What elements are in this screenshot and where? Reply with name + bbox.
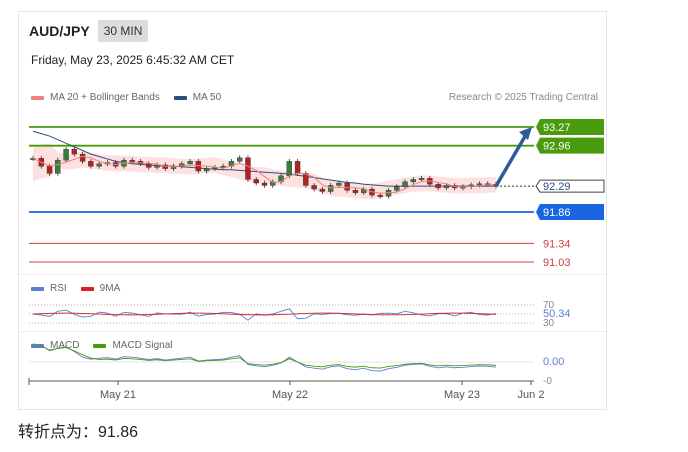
pivot-footer-text: 转折点为：91.86 — [18, 424, 139, 441]
macd-level-label: 0.00 — [543, 356, 564, 368]
candle-body — [327, 185, 334, 192]
candle-body — [286, 161, 293, 177]
candle-body — [154, 164, 160, 168]
macd-line — [32, 343, 497, 372]
current-price-label: 92.29 — [543, 181, 571, 193]
candle-body — [352, 190, 359, 193]
candle-body — [435, 184, 441, 189]
candle-body — [79, 153, 86, 162]
x-tick-label: Jun 2 — [518, 389, 545, 401]
candle-body — [236, 157, 243, 162]
level-tag-label: 91.86 — [543, 207, 571, 219]
candle-body — [443, 185, 450, 189]
candle-body — [336, 182, 342, 186]
candle-body — [96, 163, 102, 167]
x-tick-label: May 22 — [272, 389, 308, 401]
level-tag-label: 92.96 — [543, 141, 571, 153]
candle-body — [476, 183, 483, 186]
candle-body — [261, 182, 268, 186]
candle-body — [71, 149, 78, 155]
candle-body — [55, 159, 61, 174]
candle-body — [402, 181, 408, 187]
candle-body — [245, 157, 251, 180]
candle-body — [311, 185, 317, 190]
projection-arrow-line — [494, 132, 529, 187]
candle-body — [377, 194, 383, 197]
x-tick-label: May 21 — [100, 389, 136, 401]
bollinger-band — [33, 143, 496, 200]
candle-body — [187, 161, 193, 164]
support-level-label: 91.03 — [543, 257, 571, 269]
macd-level-low: -0 — [543, 376, 552, 387]
rsi-ma-line — [32, 312, 497, 316]
candle-body — [63, 149, 69, 161]
support-level-label: 91.34 — [543, 238, 571, 250]
candle-body — [46, 165, 53, 174]
candle-body — [394, 186, 400, 191]
rsi-level-30: 30 — [543, 318, 555, 329]
candle-body — [294, 161, 301, 174]
candle-body — [418, 178, 425, 180]
candle-body — [88, 161, 94, 167]
candle-body — [203, 168, 210, 172]
candle-body — [146, 163, 152, 168]
candle-body — [319, 188, 326, 192]
macd-signal-line — [32, 343, 497, 369]
price-chart: 93.2792.9692.2991.8691.3491.037050.34300… — [28, 119, 605, 401]
level-tag-label: 93.27 — [543, 122, 571, 134]
candle-body — [253, 179, 259, 184]
candle-body — [129, 159, 135, 162]
x-tick-label: May 23 — [444, 389, 480, 401]
candle-body — [344, 182, 350, 191]
candle-body — [410, 179, 417, 183]
